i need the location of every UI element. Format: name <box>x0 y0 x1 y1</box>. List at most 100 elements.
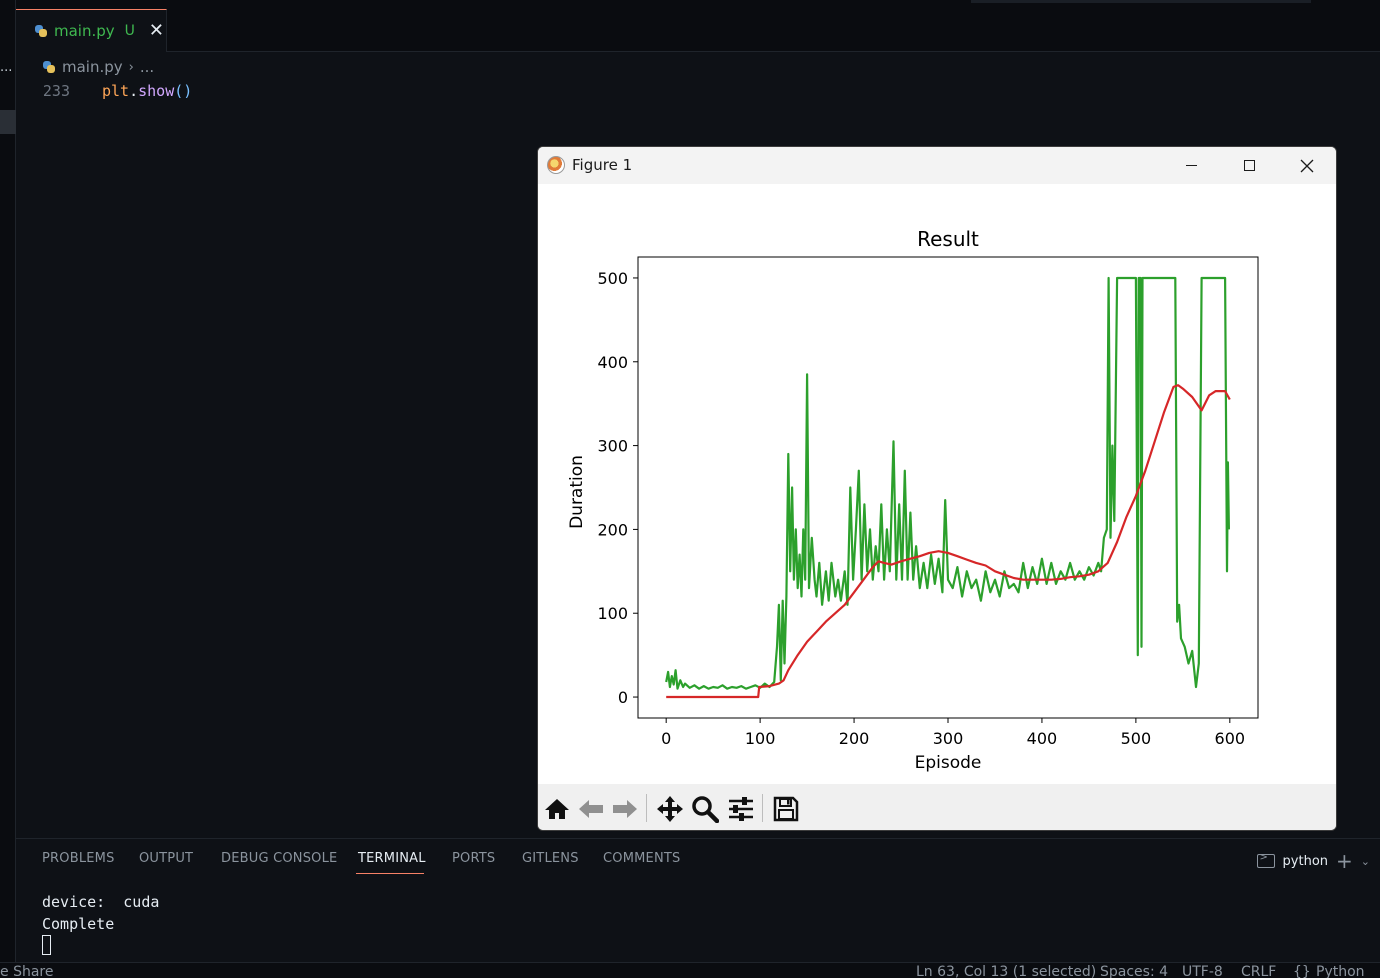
chart-title: Result <box>917 227 979 251</box>
vscode-window: ... main.py U ✕ main.py › ... 233 plt.sh… <box>0 0 1380 978</box>
terminal-name[interactable]: python <box>1283 854 1328 869</box>
braces-icon: {} <box>1293 964 1311 978</box>
toolbar-separator <box>762 794 763 822</box>
x-tick-label: 400 <box>1027 729 1058 748</box>
maximize-icon <box>1243 160 1255 171</box>
tab-label: main.py <box>54 22 115 40</box>
y-tick-label: 500 <box>597 269 628 288</box>
terminal-controls: python + ⌄ <box>1256 851 1370 871</box>
series-group <box>665 276 1231 699</box>
code-text[interactable]: plt.show() <box>102 82 192 100</box>
pan-icon <box>657 796 683 822</box>
tab-terminal[interactable]: TERMINAL <box>358 851 426 866</box>
tab-gitlens[interactable]: GITLENS <box>522 851 579 866</box>
save-icon <box>773 796 799 822</box>
status-encoding[interactable]: UTF-8 <box>1182 963 1223 978</box>
close-icon[interactable]: ✕ <box>149 22 164 40</box>
x-tick-label: 600 <box>1215 729 1246 748</box>
bottom-panel: PROBLEMS OUTPUT DEBUG CONSOLE TERMINAL P… <box>16 838 1380 962</box>
x-tick-label: 0 <box>661 729 671 748</box>
status-language[interactable]: Python <box>1316 963 1365 978</box>
status-cursor-position[interactable]: Ln 63, Col 13 (1 selected) <box>916 963 1096 978</box>
terminal-cursor <box>42 935 51 955</box>
code-line[interactable]: 233 plt.show() <box>16 80 192 102</box>
code-token-function: show <box>138 82 175 100</box>
home-icon <box>545 799 569 819</box>
status-live-share[interactable]: e Share <box>0 963 53 978</box>
command-center[interactable] <box>971 0 1311 3</box>
matplotlib-logo-icon <box>547 156 565 174</box>
new-terminal-icon[interactable]: + <box>1336 851 1353 871</box>
terminal-icon <box>1256 852 1275 868</box>
zoom-icon <box>692 796 719 823</box>
breadcrumb-symbol[interactable]: ... <box>140 58 154 76</box>
y-tick-label: 200 <box>597 520 628 539</box>
tab-comments[interactable]: COMMENTS <box>603 851 680 866</box>
more-icon[interactable]: ... <box>0 60 12 75</box>
zoom-button[interactable] <box>690 794 720 824</box>
chevron-right-icon: › <box>128 59 134 75</box>
pan-button[interactable] <box>655 794 685 824</box>
tab-main-py[interactable]: main.py U ✕ <box>16 9 167 52</box>
figure-title: Figure 1 <box>572 156 633 174</box>
status-indentation[interactable]: Spaces: 4 <box>1100 963 1168 978</box>
figure-toolbar <box>538 784 1336 830</box>
minimize-button[interactable] <box>1162 147 1220 184</box>
y-tick-label: 400 <box>597 353 628 372</box>
maximize-button[interactable] <box>1220 147 1278 184</box>
result-chart: Result Episode Duration 0 100 200 300 400 500… <box>567 227 1259 773</box>
plot-frame <box>637 256 1259 719</box>
y-tick-label: 300 <box>597 437 628 456</box>
python-file-icon <box>34 24 48 38</box>
chevron-down-icon[interactable]: ⌄ <box>1361 855 1370 868</box>
status-bar: e Share Ln 63, Col 13 (1 selected) Space… <box>0 962 1380 978</box>
minimize-icon <box>1185 165 1197 166</box>
home-button[interactable] <box>542 794 572 824</box>
configure-subplots-button[interactable] <box>726 794 756 824</box>
x-tick-label: 100 <box>745 729 776 748</box>
x-tick-label: 300 <box>933 729 964 748</box>
series-line-0 <box>665 276 1230 690</box>
y-tick-label: 100 <box>597 604 628 623</box>
back-button[interactable] <box>576 794 606 824</box>
figure-title-bar[interactable]: Figure 1 <box>538 147 1336 184</box>
terminal-line: device: cuda <box>42 893 160 911</box>
forward-button[interactable] <box>610 794 640 824</box>
back-icon <box>579 800 603 818</box>
terminal-prompt <box>42 935 159 957</box>
forward-icon <box>613 800 637 818</box>
x-tick-label: 200 <box>839 729 870 748</box>
breadcrumb-file[interactable]: main.py <box>62 58 123 76</box>
x-axis-label: Episode <box>915 753 982 773</box>
activity-bar: ... <box>0 0 16 978</box>
tab-debug-console[interactable]: DEBUG CONSOLE <box>221 851 337 866</box>
code-token-object: plt <box>102 82 130 100</box>
status-eol[interactable]: CRLF <box>1241 963 1276 978</box>
terminal-line: Complete <box>42 915 115 933</box>
code-token-parens: () <box>174 82 193 100</box>
title-bar <box>16 0 1380 9</box>
figure-window[interactable]: Figure 1 Result Episode Duration 0 100 200… <box>537 146 1337 831</box>
close-window-button[interactable] <box>1278 147 1336 184</box>
tab-ports[interactable]: PORTS <box>452 851 495 866</box>
figure-canvas[interactable]: Result Episode Duration 0 100 200 300 400 500… <box>538 184 1336 784</box>
y-tick-label: 0 <box>618 688 628 707</box>
activity-selected-indicator <box>0 110 16 134</box>
series-line-1 <box>666 384 1231 699</box>
line-number: 233 <box>42 82 70 100</box>
tab-output[interactable]: OUTPUT <box>139 851 193 866</box>
x-tick-label: 500 <box>1121 729 1152 748</box>
close-icon <box>1300 159 1314 172</box>
y-axis-label: Duration <box>567 455 587 529</box>
save-button[interactable] <box>771 794 801 824</box>
active-tab-indicator <box>356 873 424 874</box>
panel-tabs: PROBLEMS OUTPUT DEBUG CONSOLE TERMINAL P… <box>16 839 1380 879</box>
editor-tabs: main.py U ✕ <box>16 9 1380 52</box>
python-file-icon <box>42 60 56 74</box>
tab-problems[interactable]: PROBLEMS <box>42 851 115 866</box>
ticks-group: 0 100 200 300 400 500 600 0 100 200 300 400 500 <box>597 269 1245 748</box>
toolbar-separator <box>646 794 647 822</box>
terminal-output[interactable]: device: cuda Complete <box>42 891 159 957</box>
breadcrumb: main.py › ... <box>42 57 154 77</box>
untracked-badge: U <box>124 23 135 39</box>
